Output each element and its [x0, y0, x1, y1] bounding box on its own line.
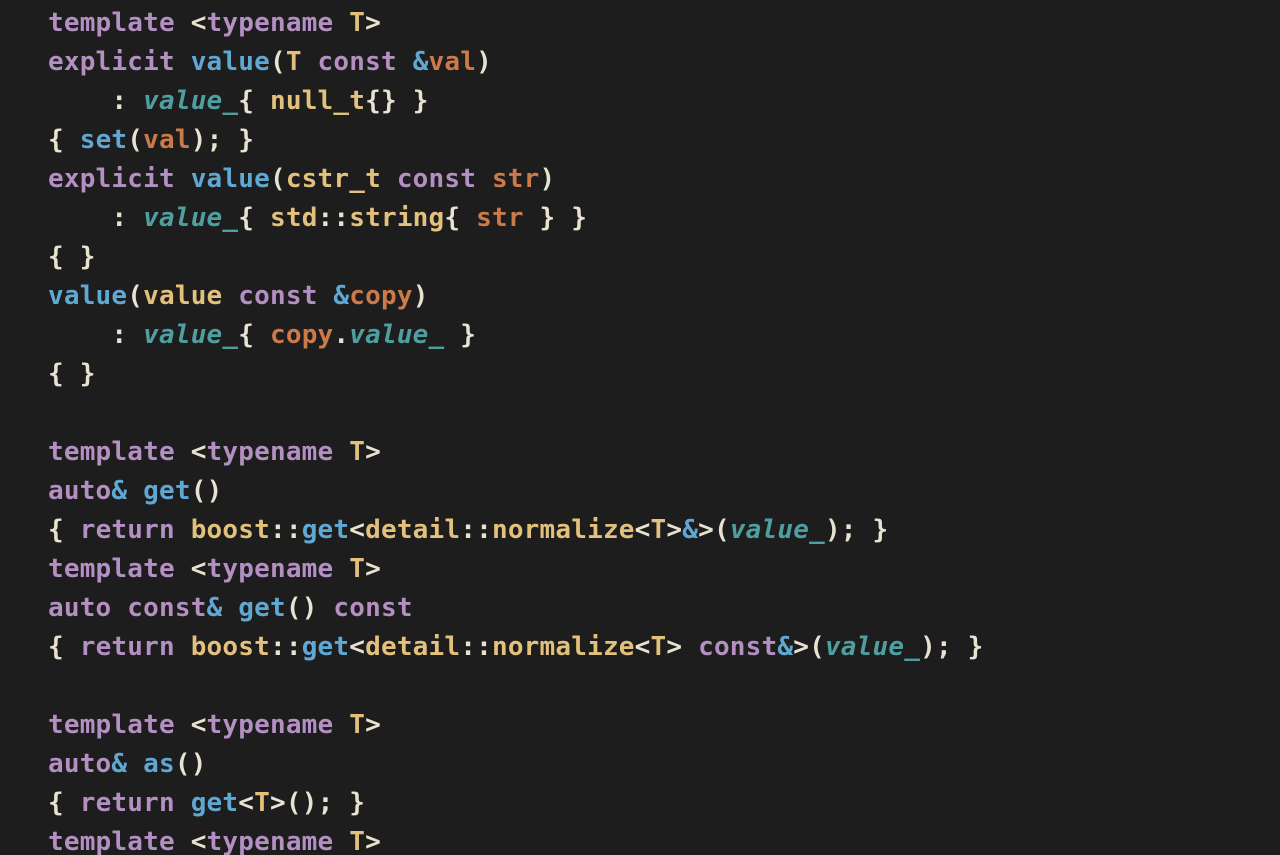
param-val: val	[429, 47, 477, 77]
code-line: { return get<T>(); }	[48, 788, 365, 818]
code-line: { }	[48, 242, 96, 272]
param-copy: copy	[349, 281, 412, 311]
code-line: : value_{ std::string{ str } }	[48, 203, 587, 233]
code-line: explicit value(cstr_t const str)	[48, 164, 555, 194]
keyword-auto: auto	[48, 476, 111, 506]
code-line: { }	[48, 359, 96, 389]
call-set: set	[80, 125, 128, 155]
code-line: auto& get()	[48, 476, 222, 506]
keyword-explicit: explicit	[48, 47, 175, 77]
type-normalize: normalize	[492, 515, 635, 545]
fn-as: as	[143, 749, 175, 779]
fn-get: get	[143, 476, 191, 506]
code-line: template <typename T>	[48, 437, 381, 467]
code-line: template <typename T>	[48, 8, 381, 38]
keyword-typename: typename	[207, 8, 334, 38]
type-T: T	[349, 8, 365, 38]
ns-boost: boost	[191, 515, 270, 545]
code-line: : value_{ copy.value_ }	[48, 320, 476, 350]
type-cstr_t: cstr_t	[286, 164, 381, 194]
blank-line	[48, 671, 64, 701]
code-block: template <typename T> explicit value(T c…	[0, 0, 1280, 855]
type-string: string	[349, 203, 444, 233]
code-line: { return boost::get<detail::normalize<T>…	[48, 632, 984, 662]
member-value_: value_	[143, 86, 238, 116]
code-line: auto& as()	[48, 749, 207, 779]
code-line: explicit value(T const &val)	[48, 47, 492, 77]
code-line: template <typename T>	[48, 710, 381, 740]
code-line: auto const& get() const	[48, 593, 413, 623]
ctor-value: value	[191, 47, 270, 77]
code-line: template <typename T>	[48, 827, 381, 855]
blank-line	[48, 398, 64, 428]
ns-detail: detail	[365, 515, 460, 545]
keyword-template: template	[48, 8, 175, 38]
type-null_t: null_t	[270, 86, 365, 116]
ns-std: std	[270, 203, 318, 233]
param-str: str	[492, 164, 540, 194]
keyword-return: return	[80, 515, 175, 545]
code-line: { return boost::get<detail::normalize<T>…	[48, 515, 888, 545]
code-line: template <typename T>	[48, 554, 381, 584]
code-line: value(value const &copy)	[48, 281, 429, 311]
code-line: : value_{ null_t{} }	[48, 86, 429, 116]
code-line: { set(val); }	[48, 125, 254, 155]
